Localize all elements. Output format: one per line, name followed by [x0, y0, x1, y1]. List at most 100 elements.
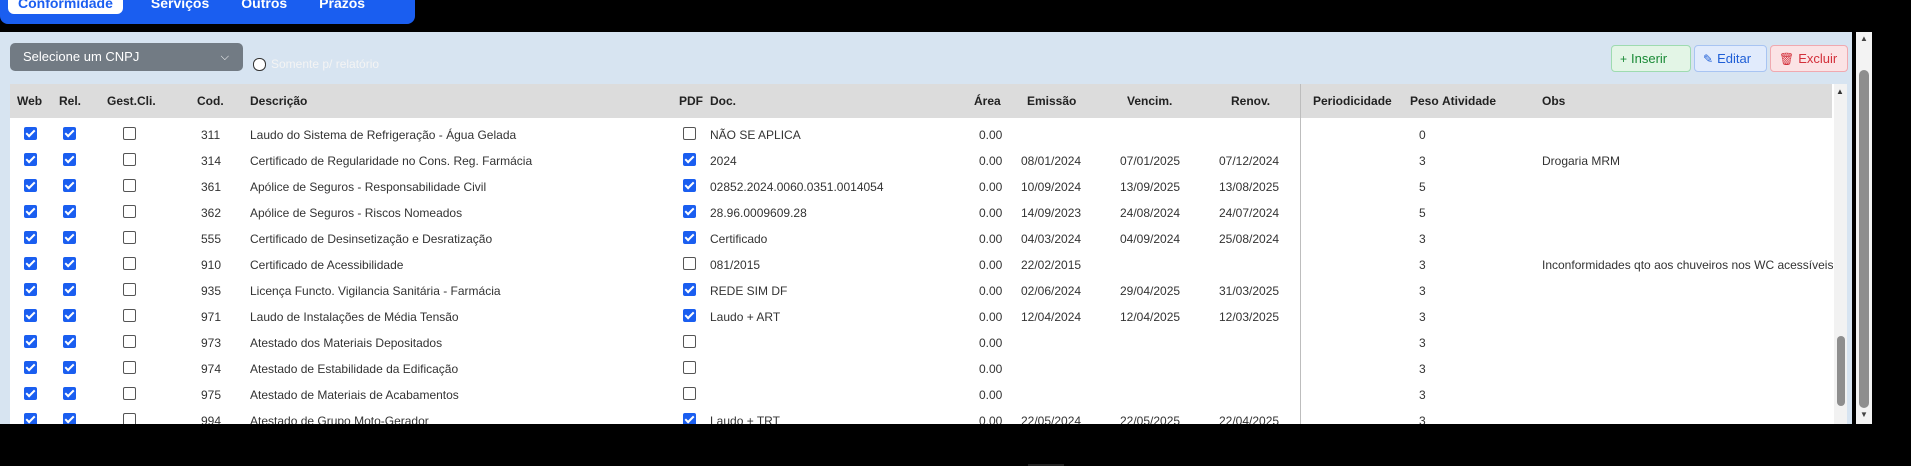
- bottom-bar: [0, 424, 1911, 466]
- pdf-checkbox[interactable]: [683, 309, 696, 322]
- doc-cell: Certificado: [710, 232, 768, 246]
- web-checkbox[interactable]: [24, 283, 37, 296]
- col-cod[interactable]: Cod.: [197, 94, 224, 108]
- description-cell: Certificado de Regularidade no Cons. Reg…: [250, 154, 533, 168]
- emission-date-cell: 02/06/2024: [1021, 284, 1082, 298]
- col-atividade[interactable]: Atividade: [1442, 94, 1496, 108]
- web-checkbox[interactable]: [24, 231, 37, 244]
- col-vencim[interactable]: Vencim.: [1127, 94, 1172, 108]
- only-report-option[interactable]: Somente p/ relatório: [253, 57, 379, 71]
- only-report-checkbox[interactable]: [253, 57, 266, 71]
- web-checkbox[interactable]: [24, 387, 37, 400]
- gest-cli-checkbox[interactable]: [123, 257, 136, 270]
- web-checkbox[interactable]: [24, 335, 37, 348]
- col-area[interactable]: Área: [974, 94, 1001, 108]
- table-row[interactable]: 910 Certificado de Acessibilidade 081/2015…: [10, 252, 1837, 278]
- web-checkbox[interactable]: [24, 361, 37, 374]
- rel-checkbox[interactable]: [63, 361, 76, 374]
- tab-outros[interactable]: Outros: [241, 0, 287, 10]
- col-pdf[interactable]: PDF: [679, 94, 703, 108]
- cod-cell: 314: [201, 154, 222, 168]
- col-doc[interactable]: Doc.: [710, 94, 736, 108]
- cod-cell: 974: [201, 362, 222, 376]
- web-checkbox[interactable]: [24, 257, 37, 270]
- col-obs[interactable]: Obs: [1542, 94, 1565, 108]
- gest-cli-checkbox[interactable]: [123, 387, 136, 400]
- rel-checkbox[interactable]: [63, 231, 76, 244]
- page-scroll-down-arrow[interactable]: ▼: [1860, 410, 1868, 419]
- delete-button[interactable]: 🗑 Excluir: [1770, 45, 1848, 72]
- edit-button[interactable]: ✎ Editar: [1694, 45, 1767, 72]
- page-scroll-up-arrow[interactable]: ▲: [1860, 34, 1868, 43]
- gest-cli-checkbox[interactable]: [123, 205, 136, 218]
- table-row[interactable]: 555 Certificado de Desinsetização e Desra…: [10, 226, 1832, 252]
- pdf-checkbox[interactable]: [683, 127, 696, 140]
- tab-servicos[interactable]: Serviços: [151, 0, 209, 10]
- emission-date-cell: 14/09/2023: [1021, 206, 1082, 220]
- col-gest[interactable]: Gest.Cli.: [107, 94, 156, 108]
- col-rel[interactable]: Rel.: [59, 94, 81, 108]
- rel-checkbox[interactable]: [63, 283, 76, 296]
- pdf-checkbox[interactable]: [683, 335, 696, 348]
- cnpj-select[interactable]: Selecione um CNPJ ⌵: [10, 43, 243, 71]
- col-renov[interactable]: Renov.: [1231, 94, 1270, 108]
- table-row[interactable]: 314 Certificado de Regularidade no Cons. …: [10, 148, 1832, 174]
- scroll-up-arrow[interactable]: ▲: [1836, 87, 1844, 96]
- table-vertical-scroll-thumb[interactable]: [1837, 336, 1845, 406]
- pdf-checkbox[interactable]: [683, 257, 696, 270]
- pdf-checkbox[interactable]: [683, 179, 696, 192]
- table-row[interactable]: 971 Laudo de Instalações de Média Tensão L…: [10, 304, 1832, 330]
- web-checkbox[interactable]: [24, 205, 37, 218]
- pdf-checkbox[interactable]: [683, 283, 696, 296]
- col-peso[interactable]: Peso: [1410, 94, 1439, 108]
- gest-cli-checkbox[interactable]: [123, 283, 136, 296]
- pdf-checkbox[interactable]: [683, 387, 696, 400]
- rel-checkbox[interactable]: [63, 387, 76, 400]
- table-row[interactable]: 975 Atestado de Materiais de Acabamentos 0…: [10, 382, 1832, 408]
- rel-checkbox[interactable]: [63, 205, 76, 218]
- pdf-checkbox[interactable]: [683, 205, 696, 218]
- insert-button[interactable]: + Inserir: [1611, 45, 1691, 72]
- gest-cli-checkbox[interactable]: [123, 309, 136, 322]
- tab-bar: Conformidade Serviços Outros Prazos: [0, 0, 416, 24]
- tab-conformidade[interactable]: Conformidade: [8, 0, 123, 14]
- gest-cli-checkbox[interactable]: [123, 361, 136, 374]
- table-vertical-scrollbar[interactable]: ▲: [1834, 84, 1847, 432]
- gest-cli-checkbox[interactable]: [123, 335, 136, 348]
- table-row[interactable]: 974 Atestado de Estabilidade da Edificaçã…: [10, 356, 1832, 382]
- pdf-checkbox[interactable]: [683, 361, 696, 374]
- table-row[interactable]: 362 Apólice de Seguros - Riscos Nomeados 2…: [10, 200, 1832, 226]
- rel-checkbox[interactable]: [63, 153, 76, 166]
- pdf-checkbox[interactable]: [683, 231, 696, 244]
- renewal-date-cell: 24/07/2024: [1219, 206, 1280, 220]
- table-row[interactable]: 973 Atestado dos Materiais Depositados 0.0…: [10, 330, 1832, 356]
- page-vertical-scrollbar[interactable]: ▲ ▼: [1856, 32, 1872, 424]
- rel-checkbox[interactable]: [63, 179, 76, 192]
- rel-checkbox[interactable]: [63, 309, 76, 322]
- description-cell: Atestado de Estabilidade da Edificação: [250, 362, 459, 376]
- web-checkbox[interactable]: [24, 179, 37, 192]
- pdf-checkbox[interactable]: [683, 153, 696, 166]
- gest-cli-checkbox[interactable]: [123, 127, 136, 140]
- gest-cli-checkbox[interactable]: [123, 153, 136, 166]
- col-periodicidade[interactable]: Periodicidade: [1313, 94, 1392, 108]
- web-checkbox[interactable]: [24, 309, 37, 322]
- rel-checkbox[interactable]: [63, 127, 76, 140]
- table-row[interactable]: 311 Laudo do Sistema de Refrigeração - Ág…: [10, 122, 1832, 148]
- gest-cli-checkbox[interactable]: [123, 231, 136, 244]
- page-scroll-thumb[interactable]: [1859, 70, 1869, 408]
- doc-cell: NÃO SE APLICA: [710, 128, 801, 142]
- table-row[interactable]: 935 Licença Functo. Vigilancia Sanitária …: [10, 278, 1832, 304]
- weight-cell: 3: [1419, 310, 1426, 324]
- col-emissao[interactable]: Emissão: [1027, 94, 1076, 108]
- col-web[interactable]: Web: [17, 94, 42, 108]
- table-row[interactable]: 361 Apólice de Seguros - Responsabilidade…: [10, 174, 1832, 200]
- description-cell: Certificado de Desinsetização e Desratiz…: [250, 232, 493, 246]
- col-desc[interactable]: Descrição: [250, 94, 307, 108]
- gest-cli-checkbox[interactable]: [123, 179, 136, 192]
- tab-prazos[interactable]: Prazos: [319, 0, 365, 10]
- rel-checkbox[interactable]: [63, 257, 76, 270]
- rel-checkbox[interactable]: [63, 335, 76, 348]
- web-checkbox[interactable]: [24, 153, 37, 166]
- web-checkbox[interactable]: [24, 127, 37, 140]
